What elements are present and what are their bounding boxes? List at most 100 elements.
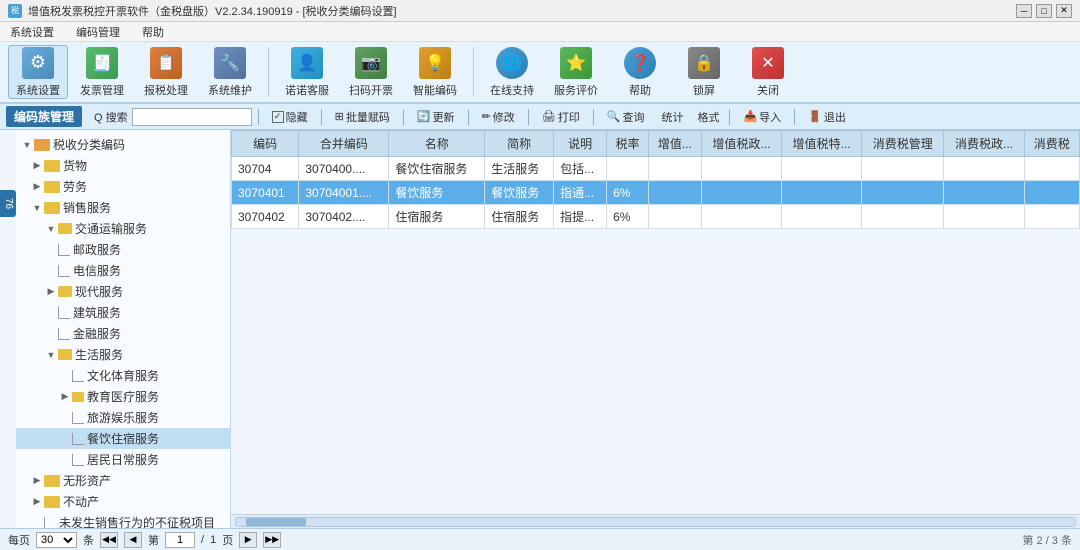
expand-edu[interactable]: ▶ bbox=[58, 390, 72, 404]
expand-realestate[interactable]: ▶ bbox=[30, 495, 44, 509]
tree-catering-label: 餐饮住宿服务 bbox=[87, 430, 159, 447]
tool-nuonuo[interactable]: 👤 诺诺客服 bbox=[277, 45, 337, 99]
prev-page-button[interactable]: ◀◀ bbox=[100, 532, 118, 548]
help-icon: ❓ bbox=[624, 47, 656, 79]
catering-line bbox=[72, 433, 84, 445]
exit-label: 退出 bbox=[824, 109, 846, 125]
hide-checkbox[interactable]: ✓ bbox=[272, 111, 284, 123]
tool-evaluate[interactable]: ⭐ 服务评价 bbox=[546, 45, 606, 99]
grid-label[interactable]: 格式 bbox=[693, 107, 723, 127]
search-input[interactable] bbox=[132, 108, 252, 126]
horizontal-scrollbar[interactable] bbox=[231, 514, 1080, 528]
expand-intangible[interactable]: ▶ bbox=[30, 474, 44, 488]
expand-labor[interactable]: ▶ bbox=[30, 180, 44, 194]
tool-smart[interactable]: 💡 智能编码 bbox=[405, 45, 465, 99]
expand-transport[interactable]: ▼ bbox=[44, 222, 58, 236]
tool-online[interactable]: 🌐 在线支持 bbox=[482, 45, 542, 99]
exit-button[interactable]: 🚪 退出 bbox=[801, 106, 853, 128]
tree-construction[interactable]: ▶ 建筑服务 bbox=[16, 302, 230, 323]
tree-travel[interactable]: ▶ 旅游娱乐服务 bbox=[16, 407, 230, 428]
tree-goods[interactable]: ▶ 货物 bbox=[16, 155, 230, 176]
tree-catering[interactable]: ▶ 餐饮住宿服务 bbox=[16, 428, 230, 449]
tool-scan[interactable]: 📷 扫码开票 bbox=[341, 45, 401, 99]
print-label: 打印 bbox=[558, 109, 580, 125]
maximize-button[interactable]: □ bbox=[1036, 4, 1052, 18]
cell-short-2: 住宿服务 bbox=[485, 205, 554, 229]
tool-system-settings[interactable]: ⚙ 系统设置 bbox=[8, 45, 68, 99]
expand-life[interactable]: ▼ bbox=[44, 348, 58, 362]
tool-close-label: 关闭 bbox=[757, 82, 779, 98]
tree-intangible[interactable]: ▶ 无形资产 bbox=[16, 470, 230, 491]
tool-settings-label: 系统设置 bbox=[16, 82, 60, 98]
expand-sales-service[interactable]: ▼ bbox=[30, 201, 44, 215]
tree-modern[interactable]: ▶ 现代服务 bbox=[16, 281, 230, 302]
tool-nuonuo-label: 诺诺客服 bbox=[285, 82, 329, 98]
title-bar-controls[interactable]: ─ □ ✕ bbox=[1016, 4, 1072, 18]
tree-finance[interactable]: ▶ 金融服务 bbox=[16, 323, 230, 344]
tool-help-label: 帮助 bbox=[629, 82, 651, 98]
minimize-button[interactable]: ─ bbox=[1016, 4, 1032, 18]
table-row[interactable]: 3070402 3070402.... 住宿服务 住宿服务 指提... 6% bbox=[232, 205, 1080, 229]
realestate-folder-icon bbox=[44, 496, 60, 508]
tool-help[interactable]: ❓ 帮助 bbox=[610, 45, 670, 99]
invoice-icon: 🧾 bbox=[86, 47, 118, 79]
col-excise-policy: 消费税政... bbox=[944, 131, 1024, 157]
tree-root[interactable]: ▼ 税收分类编码 bbox=[16, 134, 230, 155]
tree-life[interactable]: ▼ 生活服务 bbox=[16, 344, 230, 365]
table-row[interactable]: 30704 3070400.... 餐饮住宿服务 生活服务 包括... bbox=[232, 157, 1080, 181]
modify-button[interactable]: ✏ 修改 bbox=[475, 106, 522, 128]
menu-system-settings[interactable]: 系统设置 bbox=[4, 22, 60, 42]
per-page-select[interactable]: 30 50 100 bbox=[36, 532, 77, 548]
tree-culture[interactable]: ▶ 文化体育服务 bbox=[16, 365, 230, 386]
cell-e-0 bbox=[1024, 157, 1079, 181]
col-excise-mgmt: 消费税管理 bbox=[862, 131, 944, 157]
tree-telecom[interactable]: ▶ 电信服务 bbox=[16, 260, 230, 281]
update-button[interactable]: 🔄 更新 bbox=[410, 106, 462, 128]
hscroll-thumb[interactable] bbox=[246, 518, 306, 526]
print-button[interactable]: 🖨 打印 bbox=[535, 106, 587, 128]
tree-daily[interactable]: ▶ 居民日常服务 bbox=[16, 449, 230, 470]
query-button[interactable]: 🔍 查询 bbox=[600, 106, 652, 128]
close-window-button[interactable]: ✕ bbox=[1056, 4, 1072, 18]
tool-invoice[interactable]: 🧾 发票管理 bbox=[72, 45, 132, 99]
menu-help[interactable]: 帮助 bbox=[136, 22, 170, 42]
import-button[interactable]: 📥 导入 bbox=[736, 106, 788, 128]
goods-folder-icon bbox=[44, 160, 60, 172]
tree-sales-service[interactable]: ▼ 销售服务 bbox=[16, 197, 230, 218]
query-icon: 🔍 bbox=[607, 110, 621, 123]
tool-maintain[interactable]: 🔧 系统维护 bbox=[200, 45, 260, 99]
cell-merge-2: 3070402.... bbox=[299, 205, 389, 229]
cell-short-1: 餐饮服务 bbox=[485, 181, 554, 205]
expand-root[interactable]: ▼ bbox=[20, 138, 34, 152]
expand-goods[interactable]: ▶ bbox=[30, 159, 44, 173]
hide-button[interactable]: ✓ 隐藏 bbox=[265, 106, 315, 128]
transport-folder-icon bbox=[58, 223, 72, 234]
sales-folder-icon bbox=[44, 202, 60, 214]
expand-modern[interactable]: ▶ bbox=[44, 285, 58, 299]
next-button[interactable]: ▶ bbox=[239, 532, 257, 548]
batch-icon: ⊞ bbox=[335, 110, 344, 123]
tool-tax[interactable]: 📋 报税处理 bbox=[136, 45, 196, 99]
tree-realestate[interactable]: ▶ 不动产 bbox=[16, 491, 230, 512]
tree-root-label: 税收分类编码 bbox=[53, 136, 125, 153]
tool-lock[interactable]: 🔒 锁屏 bbox=[674, 45, 734, 99]
current-page-input[interactable] bbox=[165, 532, 195, 548]
tool-maintain-label: 系统维护 bbox=[208, 82, 252, 98]
evaluate-icon: ⭐ bbox=[560, 47, 592, 79]
stats-label: 统计 bbox=[657, 107, 687, 127]
tree-transport[interactable]: ▼ 交通运输服务 bbox=[16, 218, 230, 239]
batch-assign-button[interactable]: ⊞ 批量赋码 bbox=[328, 106, 397, 128]
total-pages: 1 bbox=[210, 534, 216, 546]
tree-labor[interactable]: ▶ 劳务 bbox=[16, 176, 230, 197]
tree-non-sales[interactable]: ▶ 未发生销售行为的不征税项目 bbox=[16, 512, 230, 528]
tree-edu[interactable]: ▶ 教育医疗服务 bbox=[16, 386, 230, 407]
menu-code-mgmt[interactable]: 编码管理 bbox=[70, 22, 126, 42]
tool-close[interactable]: ✕ 关闭 bbox=[738, 45, 798, 99]
table-row[interactable]: 3070401 30704001.... 餐饮服务 餐饮服务 指通... 6% bbox=[232, 181, 1080, 205]
edge-tab[interactable]: 76 bbox=[0, 190, 16, 217]
hscroll-track[interactable] bbox=[235, 517, 1076, 527]
next-last-button[interactable]: ▶▶ bbox=[263, 532, 281, 548]
tree-postal[interactable]: ▶ 邮政服务 bbox=[16, 239, 230, 260]
cell-merge-0: 3070400.... bbox=[299, 157, 389, 181]
prev-button[interactable]: ◀ bbox=[124, 532, 142, 548]
